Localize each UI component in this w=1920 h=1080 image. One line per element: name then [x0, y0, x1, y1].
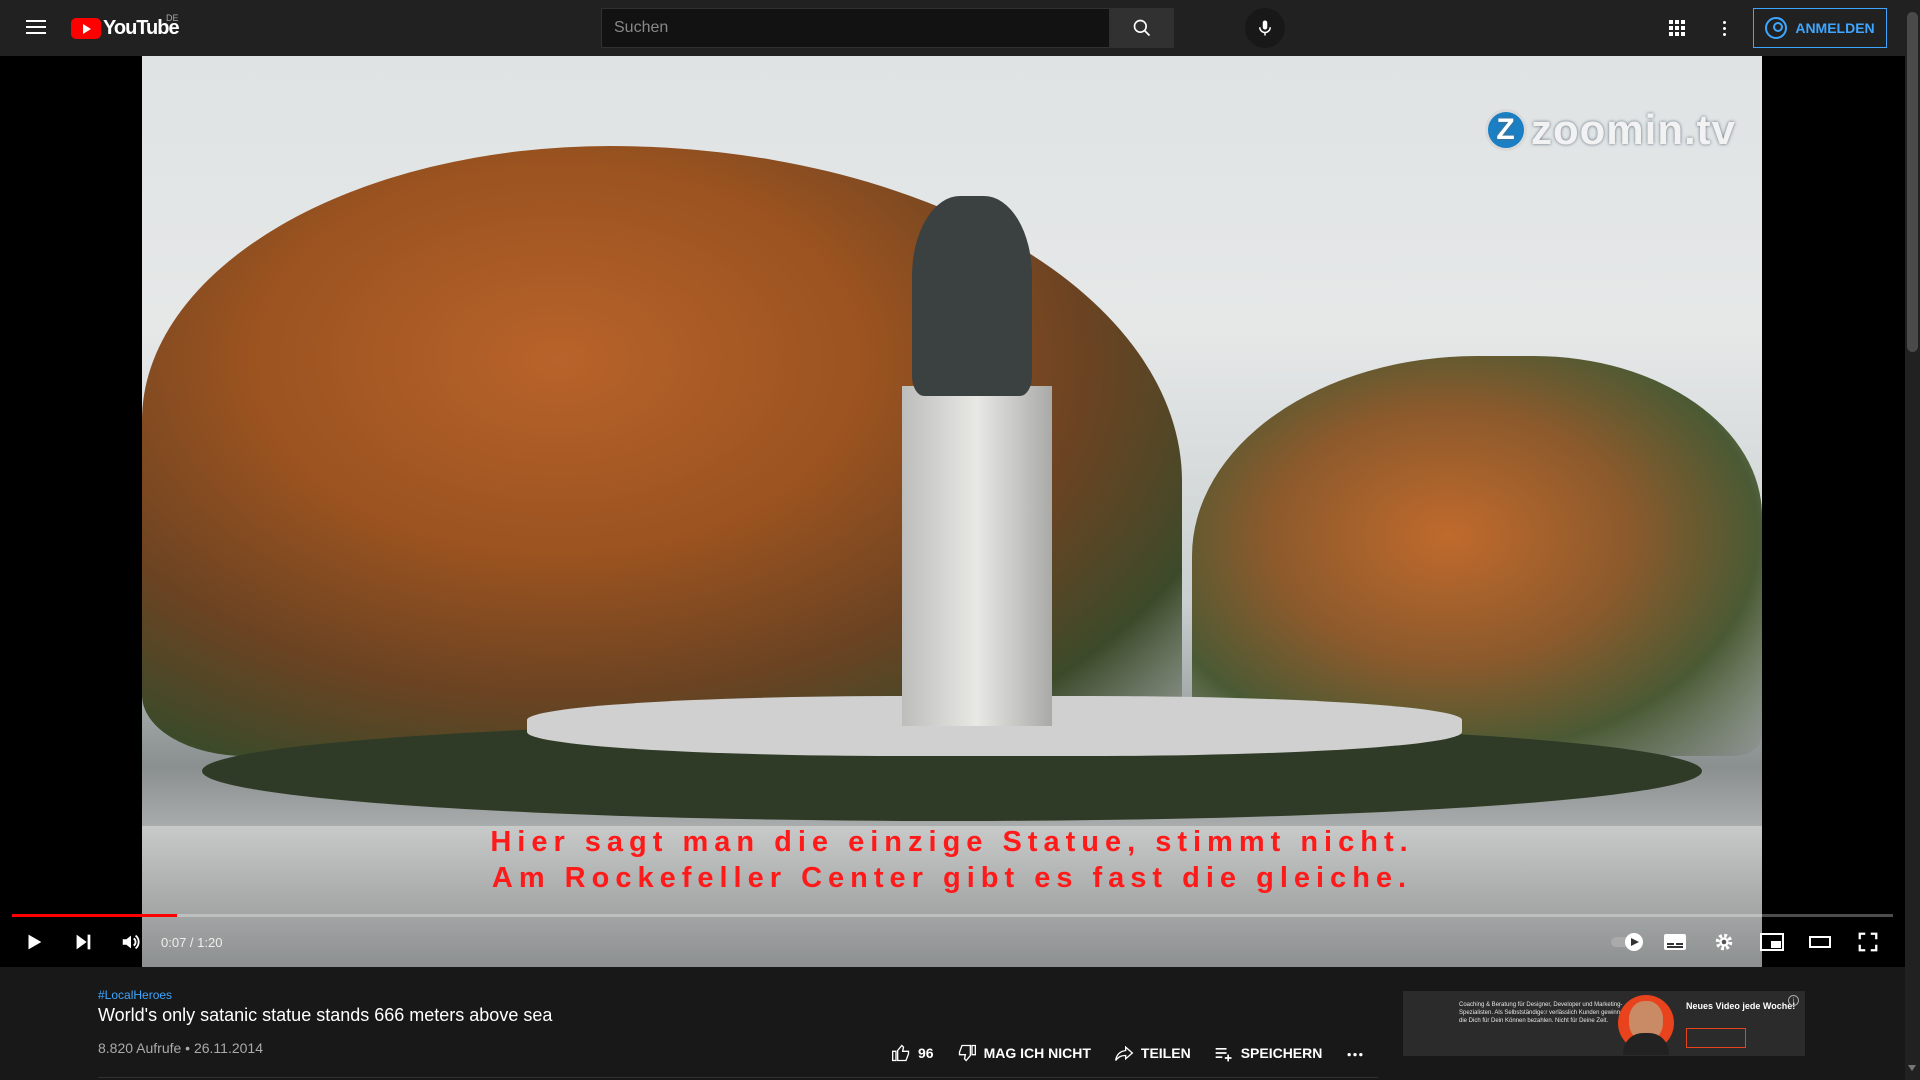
- play-icon: [28, 934, 42, 950]
- theater-mode-icon: [1809, 936, 1831, 948]
- add-to-playlist-icon: [1215, 1048, 1232, 1062]
- search-icon: [1133, 19, 1151, 37]
- play-button[interactable]: [20, 928, 48, 956]
- menu-icon[interactable]: [24, 16, 48, 40]
- settings-button[interactable]: [1710, 928, 1738, 956]
- youtube-logo[interactable]: YouTube DE: [71, 13, 180, 40]
- like-count: 96: [918, 1045, 934, 1061]
- share-icon: [1114, 1045, 1134, 1061]
- like-button[interactable]: 96: [890, 1042, 934, 1064]
- zoomin-badge: Z: [1485, 109, 1527, 151]
- search-box: [601, 8, 1174, 48]
- scrollbar-thumb[interactable]: [1907, 12, 1918, 352]
- time-display: 0:07 / 1:20: [161, 935, 223, 950]
- page-scrollbar[interactable]: [1905, 0, 1920, 1080]
- ad-body-text: Coaching & Beratung für Designer, Develo…: [1459, 1002, 1629, 1024]
- video-player[interactable]: Z zoomin.tv Hier sagt man die einzige St…: [0, 56, 1905, 967]
- more-options-icon[interactable]: [1712, 16, 1736, 40]
- volume-button[interactable]: [117, 928, 145, 956]
- zoomin-watermark: Z zoomin.tv: [1485, 106, 1736, 154]
- fallen-angel-statue: [912, 196, 1032, 396]
- miniplayer-button[interactable]: [1758, 928, 1786, 956]
- statue-pedestal: [902, 386, 1052, 726]
- search-input[interactable]: [601, 8, 1110, 48]
- autoplay-toggle[interactable]: [1610, 928, 1646, 956]
- top-bar: YouTube DE ANMELDEN: [0, 0, 1905, 56]
- gear-icon: [1715, 933, 1733, 951]
- miniplayer-icon: [1760, 933, 1784, 951]
- save-button[interactable]: SPEICHERN: [1213, 1042, 1323, 1064]
- skip-next-icon: [76, 934, 91, 950]
- autoplay-toggle-icon: [1611, 933, 1643, 951]
- voice-search-button[interactable]: [1245, 8, 1285, 48]
- fullscreen-icon: [1858, 932, 1878, 952]
- subtitle-line-1: Hier sagt man die einzige Statue, stimmt…: [490, 826, 1414, 858]
- thumbs-down-icon: [958, 1044, 976, 1062]
- microphone-icon: [1259, 20, 1271, 36]
- player-controls: 0:07 / 1:20: [0, 918, 1905, 967]
- video-info: #LocalHeroes World's only satanic statue…: [0, 967, 1905, 1080]
- signin-button[interactable]: ANMELDEN: [1753, 8, 1887, 48]
- autumn-trees-right: [1192, 356, 1762, 756]
- scroll-down-arrow-icon[interactable]: [1908, 1065, 1916, 1071]
- save-label: SPEICHERN: [1240, 1045, 1323, 1061]
- fullscreen-button[interactable]: [1854, 928, 1882, 956]
- more-actions-button[interactable]: [1344, 1042, 1366, 1064]
- signin-label: ANMELDEN: [1795, 20, 1875, 36]
- dislike-label: MAG ICH NICHT: [983, 1045, 1091, 1061]
- volume-icon: [122, 934, 140, 950]
- theater-mode-button[interactable]: [1806, 928, 1834, 956]
- subtitles-icon: [1664, 934, 1686, 950]
- zoomin-text: zoomin.tv: [1531, 106, 1736, 153]
- apps-grid-icon[interactable]: [1665, 16, 1689, 40]
- divider: [98, 1077, 1378, 1078]
- share-label: TEILEN: [1140, 1045, 1191, 1061]
- progress-played: [12, 914, 177, 917]
- subtitle-line-2: Am Rockefeller Center gibt es fast die g…: [491, 862, 1413, 894]
- next-button[interactable]: [69, 928, 97, 956]
- share-button[interactable]: TEILEN: [1113, 1042, 1191, 1064]
- youtube-play-icon: [71, 18, 101, 39]
- ad-cta-box: [1686, 1028, 1746, 1048]
- subtitles-button[interactable]: [1661, 928, 1689, 956]
- country-code: DE: [166, 13, 179, 23]
- views-and-date: 8.820 Aufrufe • 26.11.2014: [98, 1040, 263, 1056]
- progress-bar[interactable]: [12, 914, 1893, 917]
- account-icon: [1765, 17, 1788, 39]
- ad-info-icon[interactable]: i: [1788, 995, 1799, 1006]
- video-title: World's only satanic statue stands 666 m…: [98, 1005, 553, 1025]
- dislike-button[interactable]: MAG ICH NICHT: [956, 1042, 1091, 1064]
- ad-banner[interactable]: Coaching & Beratung für Designer, Develo…: [1403, 991, 1805, 1056]
- thumbs-up-icon: [892, 1044, 910, 1062]
- more-horizontal-icon: [1347, 1053, 1363, 1057]
- search-button[interactable]: [1110, 8, 1174, 48]
- action-bar: 96 MAG ICH NICHT TEILEN SPEICHERN: [890, 1035, 1388, 1071]
- video-frame[interactable]: Z zoomin.tv Hier sagt man die einzige St…: [142, 56, 1762, 967]
- ad-headline: Neues Video jede Woche!: [1686, 1001, 1796, 1011]
- hashtag-link[interactable]: #LocalHeroes: [98, 988, 172, 1002]
